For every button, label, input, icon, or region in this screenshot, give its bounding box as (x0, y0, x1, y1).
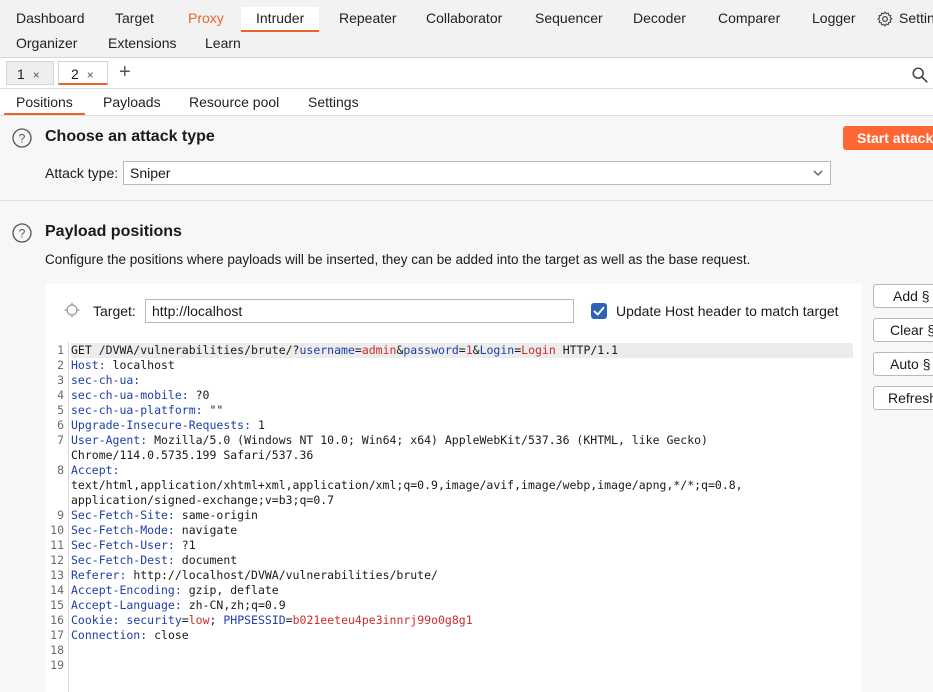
intruder-subtabs: Positions Payloads Resource pool Setting… (0, 89, 933, 116)
nav-sequencer[interactable]: Sequencer (535, 8, 603, 30)
target-url-input[interactable]: http://localhost (145, 299, 574, 323)
attack-type-value: Sniper (130, 165, 171, 181)
line-number: 16 (50, 613, 64, 627)
line-number: 11 (50, 538, 64, 552)
header-line: Sec-Fetch-Mode: navigate (71, 523, 238, 537)
line-number: 6 (57, 418, 64, 432)
nav-logger[interactable]: Logger (812, 8, 856, 30)
header-line: Sec-Fetch-User: ?1 (71, 538, 196, 552)
search-icon[interactable] (911, 66, 929, 84)
help-icon[interactable]: ? (12, 128, 32, 148)
tab-settings[interactable]: Settings (308, 93, 359, 113)
refresh-button[interactable]: Refresh (873, 386, 933, 410)
header-line: sec-ch-ua: (71, 373, 141, 387)
nav-collaborator[interactable]: Collaborator (426, 8, 502, 30)
nav-target[interactable]: Target (115, 8, 154, 30)
nav-proxy[interactable]: Proxy (188, 8, 224, 30)
clear-marker-button[interactable]: Clear § (873, 318, 933, 342)
close-icon[interactable]: × (87, 68, 94, 82)
tab-positions[interactable]: Positions (4, 93, 85, 115)
header-line: sec-ch-ua-mobile: ?0 (71, 388, 210, 402)
header-line: sec-ch-ua-platform: "" (71, 403, 224, 417)
line-number: 15 (50, 598, 64, 612)
tab-payloads[interactable]: Payloads (103, 93, 161, 113)
section-divider (0, 200, 933, 201)
nav-decoder[interactable]: Decoder (633, 8, 686, 30)
start-attack-button[interactable]: Start attack (843, 126, 933, 150)
svg-text:?: ? (19, 132, 26, 146)
line-number: 19 (50, 658, 64, 672)
header-line: Host: localhost (71, 358, 175, 372)
nav-settings[interactable]: Settings (899, 8, 933, 30)
instance-tab-label: 1 (17, 66, 25, 82)
line-number: 17 (50, 628, 64, 642)
update-host-checkbox[interactable] (591, 303, 607, 319)
header-line: Sec-Fetch-Dest: document (71, 553, 238, 567)
line-number: 1 (57, 343, 64, 357)
update-host-label: Update Host header to match target (616, 303, 839, 319)
request-editor[interactable]: 1 2 3 4 5 6 7 8 9 10 11 12 13 14 15 16 1… (45, 342, 861, 692)
header-line: Accept-Encoding: gzip, deflate (71, 583, 279, 597)
attack-type-select[interactable]: Sniper (123, 161, 831, 185)
nav-intruder[interactable]: Intruder (241, 7, 320, 32)
line-number: 4 (57, 388, 64, 402)
line-number: 9 (57, 508, 64, 522)
nav-extensions[interactable]: Extensions (108, 33, 176, 55)
line-number: 14 (50, 583, 64, 597)
header-line: Referer: http://localhost/DVWA/vulnerabi… (71, 568, 438, 582)
target-label: Target: (93, 303, 136, 319)
line-number: 8 (57, 463, 64, 477)
line-number-gutter: 1 2 3 4 5 6 7 8 9 10 11 12 13 14 15 16 1… (45, 342, 69, 692)
header-line: Accept: (71, 463, 120, 477)
payload-positions-description: Configure the positions where payloads w… (45, 252, 751, 267)
add-marker-button[interactable]: Add § (873, 284, 933, 308)
header-continuation: text/html,application/xhtml+xml,applicat… (71, 478, 743, 492)
line-number: 7 (57, 433, 64, 447)
line-number: 3 (57, 373, 64, 387)
chevron-down-icon (813, 170, 823, 176)
line-number: 12 (50, 553, 64, 567)
auto-marker-button[interactable]: Auto § (873, 352, 933, 376)
line-number: 2 (57, 358, 64, 372)
instance-tab-1[interactable]: 1 × (6, 61, 54, 85)
nav-organizer[interactable]: Organizer (16, 33, 77, 55)
checkmark-icon (593, 306, 605, 316)
header-line: Cookie: security=low; PHPSESSID=b021eete… (71, 613, 473, 627)
header-line: Connection: close (71, 628, 189, 642)
instance-tab-label: 2 (71, 66, 79, 82)
line-number: 5 (57, 403, 64, 417)
header-line: Upgrade-Insecure-Requests: 1 (71, 418, 265, 432)
header-line: Accept-Language: zh-CN,zh;q=0.9 (71, 598, 286, 612)
payload-positions-heading: Payload positions (45, 223, 182, 240)
nav-comparer[interactable]: Comparer (718, 8, 780, 30)
new-tab-plus-icon[interactable]: + (119, 61, 131, 84)
gear-icon[interactable] (876, 10, 894, 28)
header-line: Sec-Fetch-Site: same-origin (71, 508, 258, 522)
top-nav: Dashboard Target Proxy Intruder Repeater… (0, 0, 933, 58)
nav-dashboard[interactable]: Dashboard (16, 8, 85, 30)
svg-text:?: ? (19, 227, 26, 241)
instance-tab-2[interactable]: 2 × (58, 61, 108, 85)
line-number: 13 (50, 568, 64, 582)
header-line: User-Agent: Mozilla/5.0 (Windows NT 10.0… (71, 433, 708, 447)
header-continuation: application/signed-exchange;v=b3;q=0.7 (71, 493, 335, 507)
line-number: 10 (50, 523, 64, 537)
nav-repeater[interactable]: Repeater (339, 8, 397, 30)
attack-type-label: Attack type: (45, 165, 119, 181)
line-number: 18 (50, 643, 64, 657)
request-line: GET /DVWA/vulnerabilities/brute/?usernam… (71, 343, 853, 358)
close-icon[interactable]: × (33, 68, 40, 82)
header-continuation: Chrome/114.0.5735.199 Safari/537.36 (71, 448, 314, 462)
instance-tab-bar: 1 × 2 × (0, 58, 933, 89)
crosshair-icon (64, 302, 80, 318)
attack-type-heading: Choose an attack type (45, 128, 215, 145)
nav-learn[interactable]: Learn (205, 33, 241, 55)
help-icon[interactable]: ? (12, 223, 32, 243)
tab-resource-pool[interactable]: Resource pool (189, 93, 279, 113)
